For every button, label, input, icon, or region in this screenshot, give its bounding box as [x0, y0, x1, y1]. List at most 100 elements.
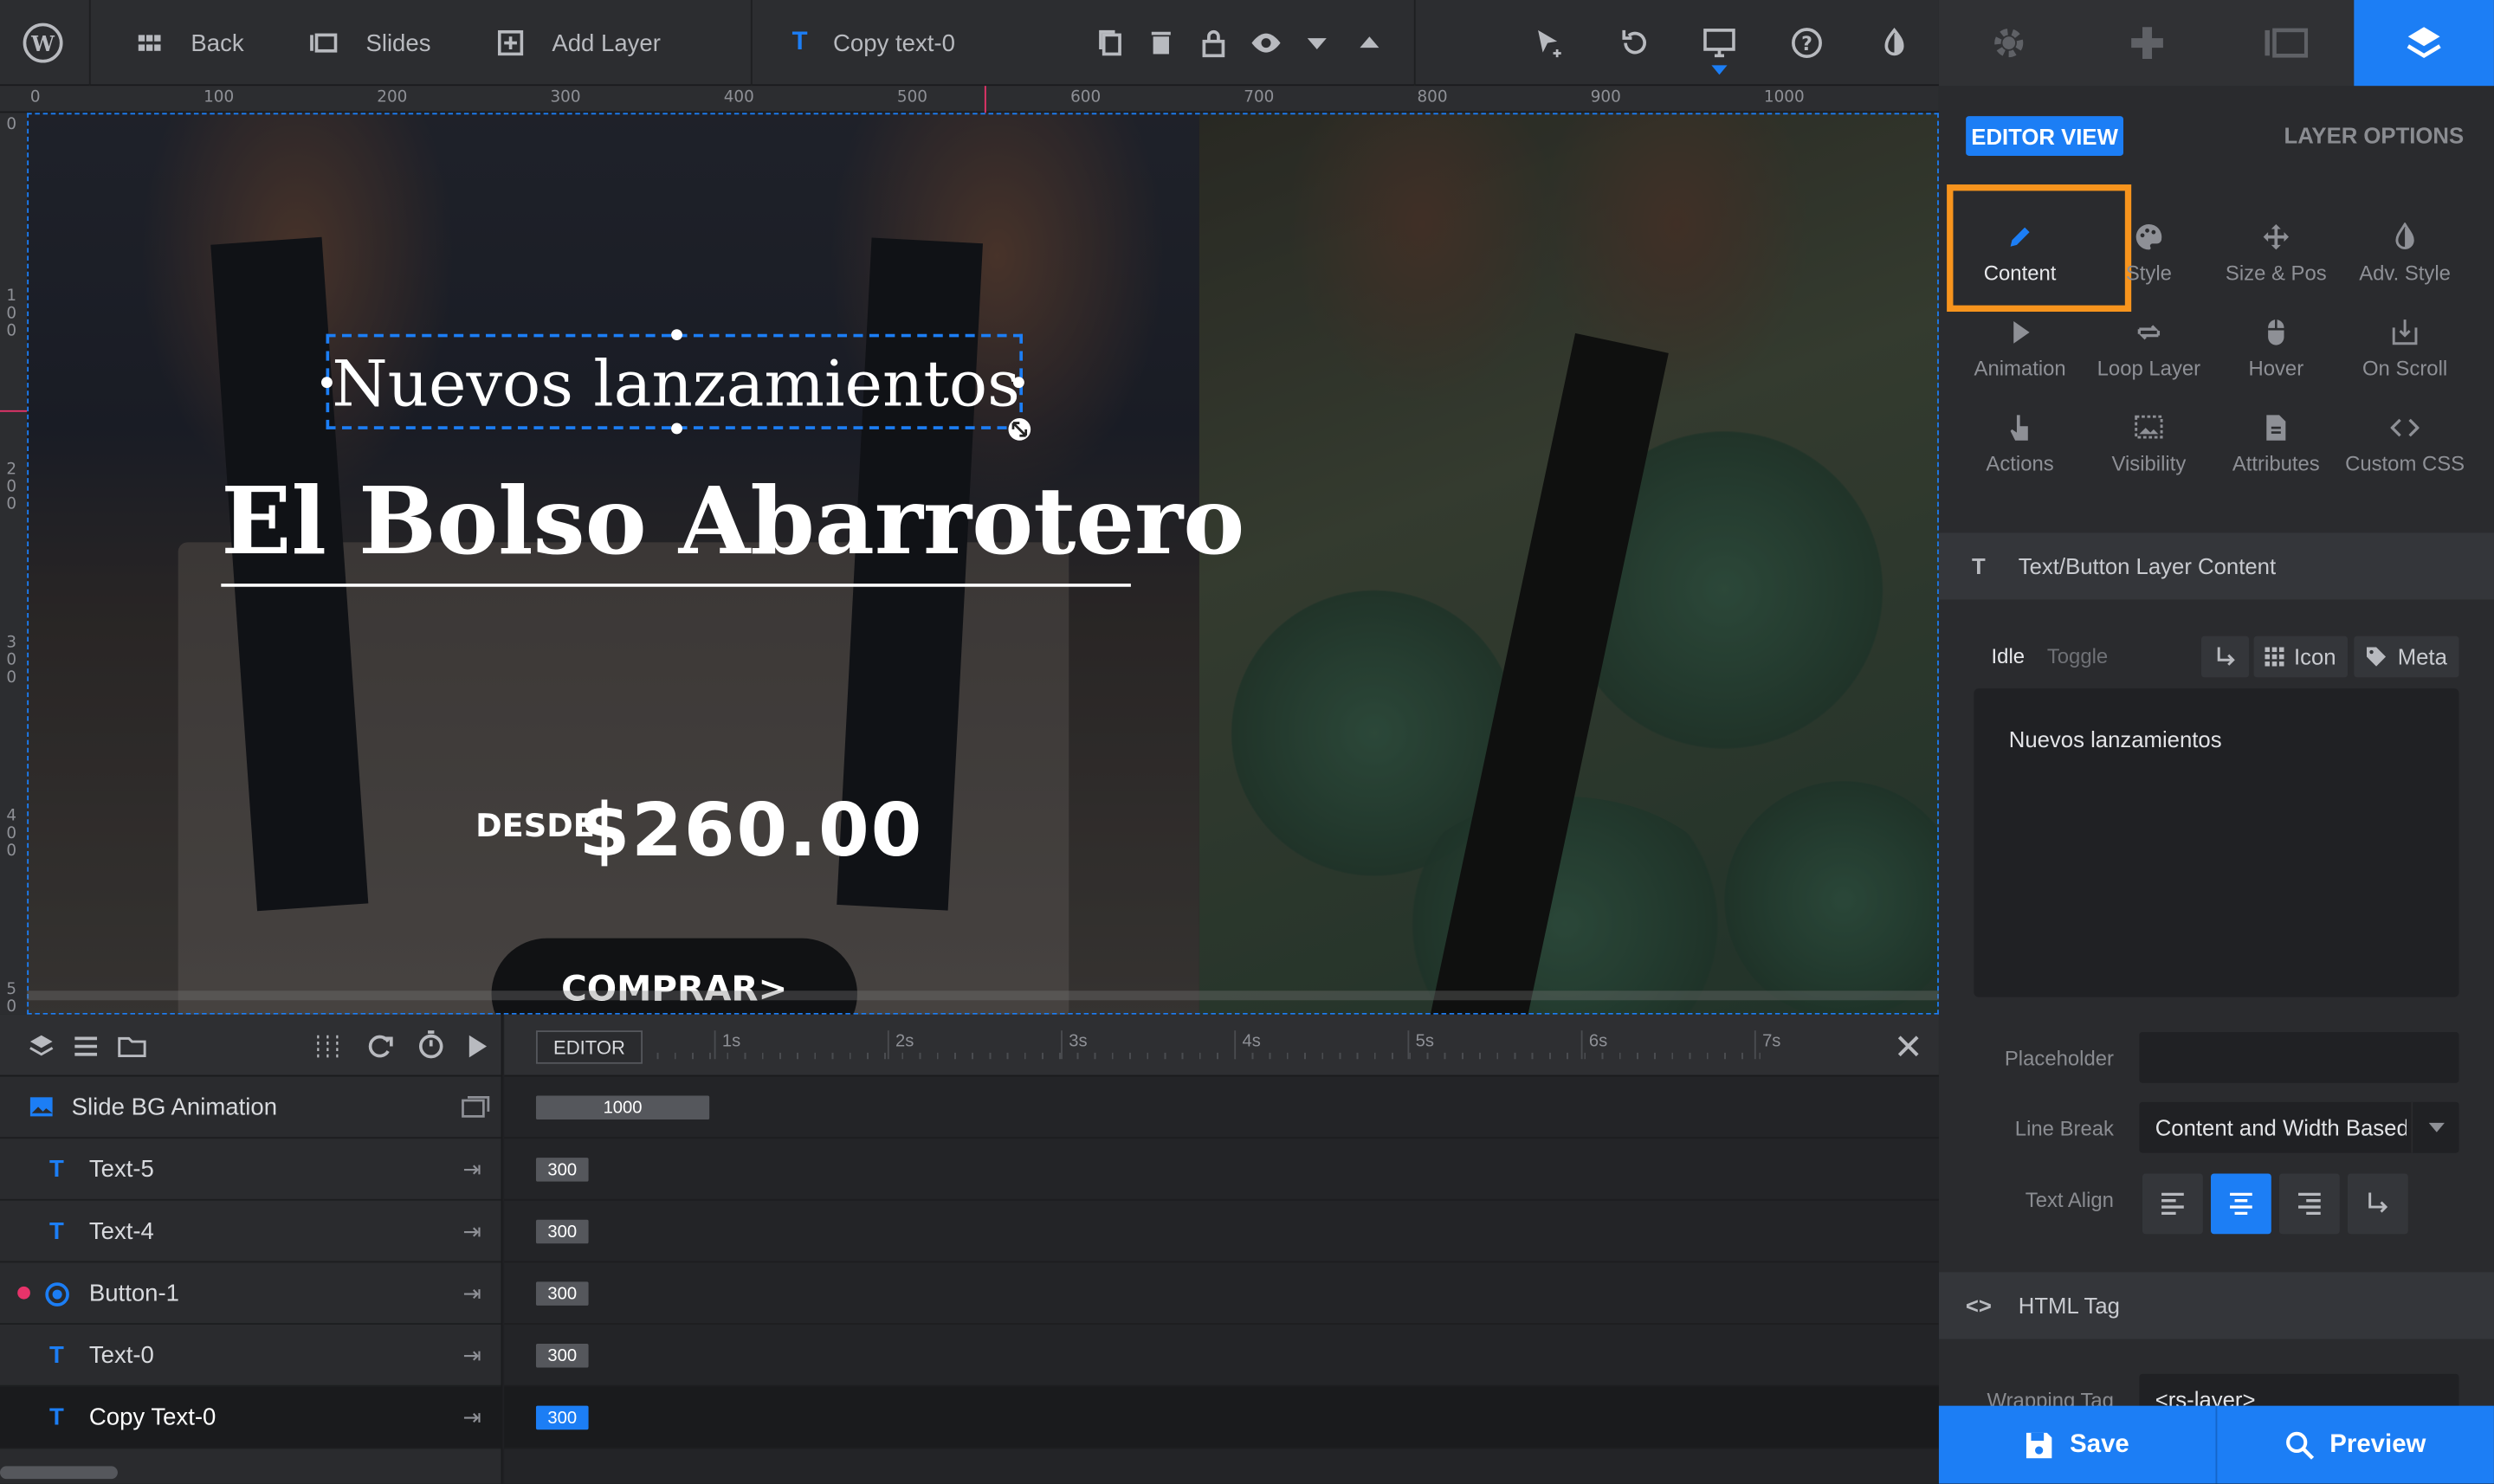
- editor-view-badge[interactable]: EDITOR VIEW: [1966, 116, 2123, 156]
- placeholder-input[interactable]: [2139, 1032, 2459, 1083]
- duration-bar[interactable]: 300: [535, 1219, 589, 1244]
- resize-handle[interactable]: [321, 377, 333, 389]
- resize-handle[interactable]: [671, 329, 682, 341]
- play-icon[interactable]: [466, 1034, 488, 1059]
- option-actions[interactable]: Actions: [1956, 414, 2084, 506]
- resize-corner-icon[interactable]: [1007, 416, 1032, 442]
- align-inherit-button[interactable]: [2347, 1173, 2408, 1235]
- align-center-button[interactable]: [2211, 1173, 2271, 1235]
- wordpress-logo-icon[interactable]: W: [23, 23, 64, 64]
- timeline-row-text-4[interactable]: T Text-4 ⇥: [0, 1201, 501, 1263]
- layer-price-prefix[interactable]: DESDE: [475, 806, 595, 844]
- layer-price[interactable]: $260.00: [579, 787, 924, 873]
- stopwatch-icon[interactable]: [417, 1030, 445, 1059]
- preview-button[interactable]: Preview: [2215, 1405, 2494, 1484]
- editor-tag[interactable]: EDITOR: [535, 1030, 643, 1064]
- timeline-row-copy-text-0[interactable]: T Copy Text-0 ⇥: [0, 1386, 501, 1449]
- option-animation[interactable]: Animation: [1956, 318, 2084, 410]
- duplicate-icon[interactable]: [1095, 27, 1127, 59]
- row-label: Text-4: [88, 1216, 154, 1245]
- option-hover[interactable]: Hover: [2213, 318, 2340, 410]
- timeline-row-text-5[interactable]: T Text-5 ⇥: [0, 1139, 501, 1201]
- visibility-eye-icon[interactable]: [1250, 27, 1283, 59]
- tab-navigation[interactable]: [2077, 0, 2216, 86]
- contrast-icon[interactable]: [1878, 27, 1910, 59]
- loop-icon[interactable]: [365, 1034, 394, 1059]
- current-layer-name[interactable]: T Copy text-0: [792, 0, 955, 86]
- canvas-scrollbar[interactable]: [27, 990, 1939, 1001]
- tab-idle[interactable]: Idle: [1992, 644, 2026, 668]
- preview-label: Preview: [2329, 1430, 2426, 1458]
- timeline-scrollbar[interactable]: [0, 1466, 118, 1480]
- line-break-select[interactable]: Content and Width Based: [2139, 1101, 2459, 1153]
- close-timeline-icon[interactable]: ✕: [1894, 1028, 1923, 1069]
- gallery-icon[interactable]: [462, 1095, 490, 1118]
- tab-toggle[interactable]: Toggle: [2047, 644, 2108, 668]
- end-arrow-icon[interactable]: ⇥: [462, 1217, 481, 1244]
- tab-layer-options[interactable]: [2354, 0, 2494, 87]
- end-arrow-icon[interactable]: ⇥: [462, 1403, 481, 1430]
- option-visibility[interactable]: Visibility: [2085, 414, 2213, 506]
- resize-handle[interactable]: [671, 423, 682, 435]
- layer-content-textarea[interactable]: Nuevos lanzamientos: [1974, 688, 2459, 997]
- slide-canvas[interactable]: Nuevos lanzamientos El Bolso Abarrotero …: [27, 113, 1939, 1015]
- add-layer-button[interactable]: Add Layer: [497, 0, 661, 86]
- end-arrow-icon[interactable]: ⇥: [462, 1280, 481, 1307]
- slider-editor: W Back Slides Add Layer T Copy text-0 ?: [0, 0, 2494, 1484]
- icon-button[interactable]: Icon: [2253, 636, 2348, 678]
- folder-icon[interactable]: [118, 1034, 146, 1059]
- ruler-top-label: 700: [1244, 88, 1275, 107]
- help-icon[interactable]: ?: [1791, 27, 1823, 59]
- timeline-row-text-0[interactable]: T Text-0 ⇥: [0, 1325, 501, 1387]
- move-up-icon[interactable]: [1354, 27, 1386, 59]
- option-attributes[interactable]: Attributes: [2213, 414, 2340, 506]
- option-style[interactable]: Style: [2085, 223, 2213, 315]
- timeline-row-button-1[interactable]: Button-1 ⇥: [0, 1262, 501, 1325]
- tab-module-settings[interactable]: [1939, 0, 2077, 86]
- desktop-view-icon[interactable]: [1703, 27, 1735, 59]
- option-on-scroll[interactable]: On Scroll: [2342, 318, 2469, 410]
- delete-icon[interactable]: [1145, 27, 1177, 59]
- layer-button-1[interactable]: COMPRAR>: [491, 938, 857, 1015]
- end-arrow-icon[interactable]: ⇥: [462, 1341, 481, 1368]
- ruler-marker: [984, 86, 986, 113]
- meta-button[interactable]: Meta: [2354, 636, 2459, 678]
- time-label: 3s: [1069, 1032, 1088, 1052]
- grid-icon: [138, 35, 161, 51]
- line-break-button[interactable]: [2200, 636, 2250, 678]
- layer-text-5-title[interactable]: El Bolso Abarrotero: [221, 460, 1244, 587]
- duration-bar[interactable]: 300: [535, 1281, 589, 1306]
- timeline-snap-icon[interactable]: [315, 1034, 340, 1059]
- slides-button[interactable]: Slides: [308, 0, 430, 86]
- option-adv-style[interactable]: Adv. Style: [2342, 223, 2469, 315]
- move-down-icon[interactable]: [1301, 27, 1333, 59]
- option-custom-css[interactable]: Custom CSS: [2342, 414, 2469, 506]
- tab-slide-options[interactable]: [2216, 0, 2355, 86]
- duration-bar[interactable]: 300: [535, 1405, 589, 1430]
- list-icon[interactable]: [73, 1036, 98, 1058]
- timeline-row-slide-bg[interactable]: Slide BG Animation: [0, 1076, 501, 1139]
- option-size-pos[interactable]: Size & Pos: [2213, 223, 2340, 315]
- end-arrow-icon[interactable]: ⇥: [462, 1155, 481, 1182]
- back-button[interactable]: Back: [137, 0, 244, 86]
- duration-bar[interactable]: 300: [535, 1344, 589, 1368]
- section-html-tag[interactable]: <> HTML Tag: [1938, 1272, 2494, 1339]
- lock-icon[interactable]: [1198, 27, 1230, 59]
- bottom-actions: Save Preview: [1938, 1405, 2494, 1484]
- ruler-left-label: 4 0 0: [6, 808, 17, 861]
- save-button[interactable]: Save: [1938, 1405, 2216, 1484]
- option-content[interactable]: Content: [1947, 184, 2132, 315]
- duration-bar[interactable]: 1000: [535, 1095, 710, 1120]
- mouse-icon: [2268, 319, 2284, 345]
- resize-handle[interactable]: [1012, 377, 1024, 389]
- undo-icon[interactable]: [1618, 27, 1650, 59]
- align-right-button[interactable]: [2278, 1173, 2340, 1235]
- text-layer-icon: T: [48, 1216, 64, 1245]
- section-text-content[interactable]: T Text/Button Layer Content: [1938, 532, 2494, 600]
- layers-icon[interactable]: [29, 1034, 54, 1059]
- duration-bar[interactable]: 300: [535, 1158, 589, 1182]
- option-loop-layer[interactable]: Loop Layer: [2085, 318, 2213, 410]
- select-cursor-icon[interactable]: [1534, 27, 1566, 59]
- align-left-button[interactable]: [2142, 1173, 2203, 1235]
- layer-options-title[interactable]: LAYER OPTIONS: [2284, 122, 2465, 147]
